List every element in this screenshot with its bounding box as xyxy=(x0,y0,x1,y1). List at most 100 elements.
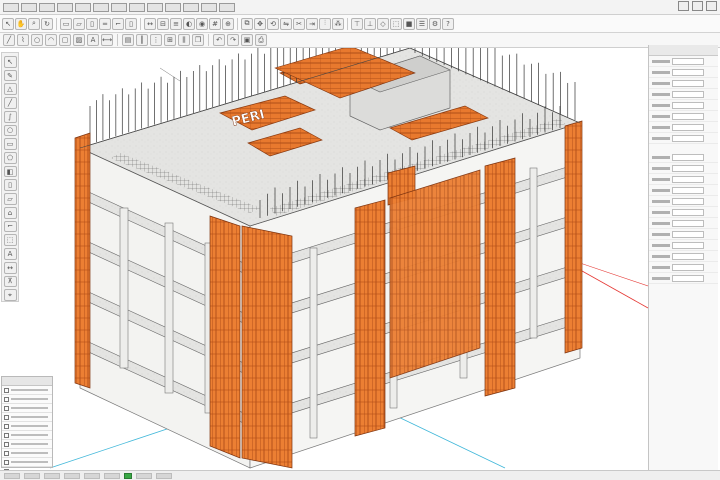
menu-item-modify[interactable] xyxy=(129,2,145,12)
curve-icon[interactable]: ∫ xyxy=(3,110,17,123)
label-icon[interactable]: A xyxy=(3,248,17,260)
property-value-field[interactable] xyxy=(672,90,704,98)
property-value-field[interactable] xyxy=(672,79,704,87)
property-row[interactable] xyxy=(649,89,718,100)
formwork-panel-icon[interactable]: ▤ xyxy=(122,34,134,46)
view-front-icon[interactable]: ⊥ xyxy=(364,17,376,30)
layer-row[interactable] xyxy=(2,395,52,404)
status-field[interactable] xyxy=(84,472,100,479)
slab-tool-icon[interactable]: ▱ xyxy=(3,193,17,205)
dimension-icon[interactable]: ⟷ xyxy=(101,34,113,46)
property-value-field[interactable] xyxy=(672,112,704,120)
property-row[interactable] xyxy=(649,100,718,111)
level-icon[interactable]: ⊼ xyxy=(3,275,17,288)
extend-icon[interactable]: ⇥ xyxy=(306,17,318,30)
status-field[interactable] xyxy=(136,472,152,479)
circle-icon[interactable]: ○ xyxy=(31,34,43,46)
render-icon[interactable]: ◐ xyxy=(183,17,195,30)
property-value-field[interactable] xyxy=(672,252,704,260)
layer-row[interactable] xyxy=(2,449,52,458)
shaded-icon[interactable]: ■ xyxy=(403,17,415,30)
close-button[interactable] xyxy=(706,1,717,11)
property-value-field[interactable] xyxy=(672,164,704,172)
wireframe-icon[interactable]: ⬚ xyxy=(390,17,402,30)
model-canvas[interactable]: PERI xyxy=(20,48,648,470)
trim-icon[interactable]: ✂ xyxy=(293,17,305,30)
view-iso-icon[interactable]: ◇ xyxy=(377,17,389,30)
pointer-icon[interactable]: ↖ xyxy=(3,56,17,68)
layer-visibility-toggle[interactable] xyxy=(4,441,9,447)
beam-icon[interactable]: ═ xyxy=(99,17,111,30)
layer-visibility-toggle[interactable] xyxy=(4,450,9,456)
property-row[interactable] xyxy=(649,56,718,67)
fill-icon[interactable]: ◧ xyxy=(3,165,17,178)
menu-item-tools[interactable] xyxy=(93,2,109,12)
pan-icon[interactable]: ✋ xyxy=(15,17,27,30)
column-icon[interactable]: ▯ xyxy=(86,17,98,30)
status-field[interactable] xyxy=(4,472,20,479)
menu-item-help[interactable] xyxy=(165,2,181,12)
property-row[interactable] xyxy=(649,273,718,284)
property-value-field[interactable] xyxy=(672,219,704,227)
status-field[interactable] xyxy=(64,472,80,479)
status-field[interactable] xyxy=(44,472,60,479)
railing-icon[interactable]: ⫼ xyxy=(178,34,190,46)
menu-item-edit[interactable] xyxy=(21,2,37,12)
property-value-field[interactable] xyxy=(672,186,704,194)
menu-item-insert[interactable] xyxy=(57,2,73,12)
properties-icon[interactable]: ☰ xyxy=(416,17,428,30)
property-row[interactable] xyxy=(649,133,718,144)
status-field[interactable] xyxy=(156,472,172,479)
minimize-button[interactable] xyxy=(678,1,689,11)
section-icon[interactable]: ⊟ xyxy=(157,17,169,30)
property-value-field[interactable] xyxy=(672,175,704,183)
triangle-icon[interactable]: △ xyxy=(3,83,17,96)
help-icon[interactable]: ? xyxy=(442,17,454,30)
circle-tool-icon[interactable]: ○ xyxy=(3,124,17,137)
measure-icon[interactable]: ↔ xyxy=(144,17,156,30)
property-row[interactable] xyxy=(649,251,718,262)
layer-row[interactable] xyxy=(2,431,52,440)
menu-item-extra-2[interactable] xyxy=(201,2,217,12)
property-row[interactable] xyxy=(649,185,718,196)
save-icon[interactable]: ▣ xyxy=(241,34,253,46)
menu-item-window[interactable] xyxy=(147,2,163,12)
property-value-field[interactable] xyxy=(672,263,704,271)
layer-row[interactable] xyxy=(2,386,52,395)
text-icon[interactable]: A xyxy=(87,34,99,46)
line-tool-icon[interactable]: ╱ xyxy=(3,97,17,109)
stair-tool-icon[interactable]: ⌐ xyxy=(3,220,17,233)
property-value-field[interactable] xyxy=(672,68,704,76)
property-row[interactable] xyxy=(649,229,718,240)
print-icon[interactable]: ⎙ xyxy=(255,34,267,46)
zoom-icon[interactable]: ⌕ xyxy=(28,17,40,30)
move-icon[interactable]: ✥ xyxy=(254,17,266,30)
menu-item-file[interactable] xyxy=(3,2,19,12)
camera-icon[interactable]: ◉ xyxy=(196,17,208,30)
property-row[interactable] xyxy=(649,218,718,229)
property-value-field[interactable] xyxy=(672,123,704,131)
property-row[interactable] xyxy=(649,196,718,207)
polygon-icon[interactable]: ⬠ xyxy=(3,152,17,164)
maximize-button[interactable] xyxy=(692,1,703,11)
layer-visibility-toggle[interactable] xyxy=(4,387,9,393)
cube-icon[interactable]: ❒ xyxy=(192,34,204,46)
layer-visibility-toggle[interactable] xyxy=(4,432,9,438)
hatch-icon[interactable]: ▨ xyxy=(73,34,85,46)
3d-viewport[interactable]: PERI xyxy=(20,48,648,470)
property-value-field[interactable] xyxy=(672,197,704,205)
stair-icon[interactable]: ⌐ xyxy=(112,17,124,30)
scaffold-icon[interactable]: ⊞ xyxy=(164,34,176,46)
view-top-icon[interactable]: ⊤ xyxy=(351,17,363,30)
arc-icon[interactable]: ◠ xyxy=(45,34,57,46)
rotate-icon[interactable]: ⟲ xyxy=(267,17,279,30)
status-field[interactable] xyxy=(104,472,120,479)
undo-icon[interactable]: ↶ xyxy=(213,34,225,46)
layer-visibility-toggle[interactable] xyxy=(4,459,9,465)
layer-visibility-toggle[interactable] xyxy=(4,396,9,402)
layer-row[interactable] xyxy=(2,458,52,467)
dim-tool-icon[interactable]: ↔ xyxy=(3,261,17,274)
menu-item-format[interactable] xyxy=(75,2,91,12)
property-value-field[interactable] xyxy=(672,101,704,109)
layer-visibility-toggle[interactable] xyxy=(4,405,9,411)
